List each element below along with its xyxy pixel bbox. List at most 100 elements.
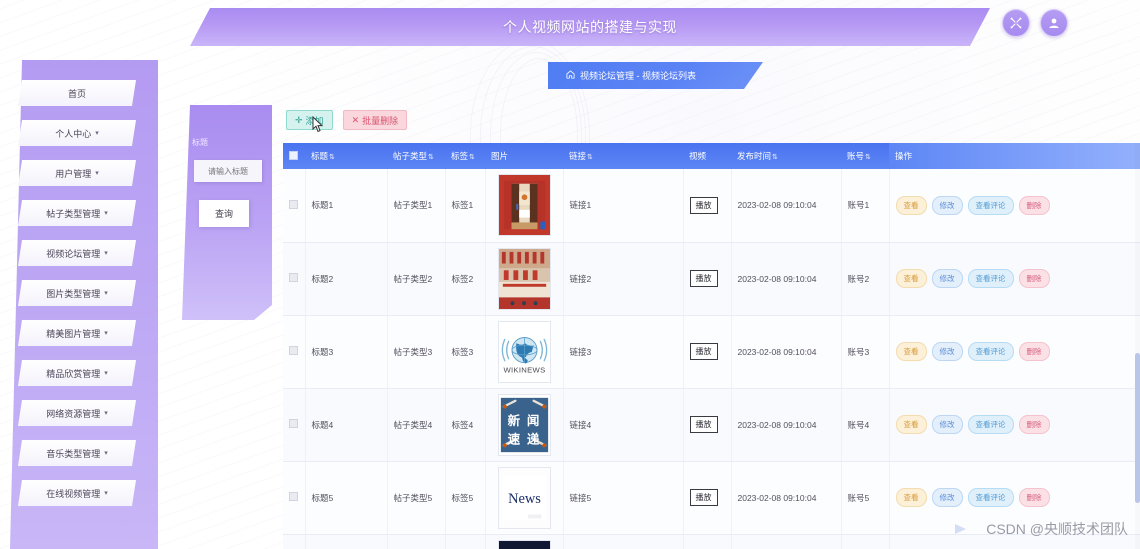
row-checkbox[interactable] xyxy=(289,273,299,282)
chevron-down-icon: ▾ xyxy=(104,370,108,377)
sidebar-item-0[interactable]: 首页 xyxy=(18,80,136,106)
action-edit-button[interactable]: 修改 xyxy=(931,342,963,361)
table-header-tag[interactable]: 标签⇅ xyxy=(445,143,485,169)
cell-publish_time: 2023-02-08 09:10:04 xyxy=(731,315,842,389)
action-view-button[interactable]: 查看 xyxy=(895,342,927,361)
sidebar-item-5[interactable]: 图片类型管理 ▾ xyxy=(18,280,136,306)
fullscreen-icon[interactable] xyxy=(1002,9,1030,37)
play-video-button[interactable]: 播放 xyxy=(689,196,718,214)
sort-icon[interactable]: ⇅ xyxy=(469,154,475,161)
sort-icon[interactable]: ⇅ xyxy=(865,154,871,161)
search-submit-button[interactable]: 查询 xyxy=(199,200,249,227)
table-header-image: 图片 xyxy=(485,143,563,169)
row-checkbox[interactable] xyxy=(289,346,299,355)
play-video-button[interactable]: 播放 xyxy=(689,416,718,433)
chevron-down-icon: ▾ xyxy=(104,330,108,337)
table-header-publish_time[interactable]: 发布时间⇅ xyxy=(731,143,841,169)
select-all-checkbox[interactable] xyxy=(289,150,298,160)
cell-checkbox xyxy=(283,242,306,316)
row-checkbox[interactable] xyxy=(289,199,299,209)
sort-icon[interactable]: ⇅ xyxy=(772,154,778,161)
sidebar-item-9[interactable]: 音乐类型管理 ▾ xyxy=(18,440,136,466)
table-header-account[interactable]: 账号⇅ xyxy=(841,143,889,169)
table-header-checkbox xyxy=(283,143,305,169)
action-del-button[interactable]: 删除 xyxy=(1018,269,1050,288)
action-edit-button[interactable]: 修改 xyxy=(931,195,963,215)
cell-image xyxy=(485,169,564,243)
row-checkbox[interactable] xyxy=(289,419,299,428)
play-video-button[interactable]: 播放 xyxy=(689,343,718,360)
cell-image: News xyxy=(485,461,564,535)
table-header-label: 标题 xyxy=(311,151,329,161)
sidebar-item-8[interactable]: 网络资源管理 ▾ xyxy=(18,400,136,426)
sidebar-item-10[interactable]: 在线视频管理 ▾ xyxy=(18,480,136,506)
cell-text: 账号3 xyxy=(847,346,870,357)
cell-text: 标签2 xyxy=(451,273,474,284)
action-view-button[interactable]: 查看 xyxy=(895,269,927,288)
row-thumbnail-news-wordmark[interactable]: News xyxy=(497,466,551,529)
sidebar-item-2[interactable]: 用户管理 ▾ xyxy=(18,160,136,186)
row-checkbox[interactable] xyxy=(289,492,299,501)
action-comment-button[interactable]: 查看评论 xyxy=(967,269,1014,288)
sidebar-item-3[interactable]: 帖子类型管理 ▾ xyxy=(18,200,136,226)
action-edit-button[interactable]: 修改 xyxy=(931,415,963,434)
add-button[interactable]: ✛ 添加 xyxy=(286,110,333,130)
action-edit-button[interactable]: 修改 xyxy=(931,269,963,288)
table-header-link[interactable]: 链接⇅ xyxy=(563,143,683,169)
sort-icon[interactable]: ⇅ xyxy=(428,154,434,161)
batch-delete-button[interactable]: ✕ 批量删除 xyxy=(342,110,408,130)
svg-text:WIKINEWS: WIKINEWS xyxy=(503,365,545,374)
home-icon xyxy=(566,70,575,81)
action-del-button[interactable]: 删除 xyxy=(1018,488,1050,507)
sidebar-item-7[interactable]: 精品欣赏管理 ▾ xyxy=(18,360,136,386)
cell-checkbox xyxy=(283,461,306,535)
cell-actions: 查看修改查看评论删除 xyxy=(889,461,1140,535)
sidebar-item-6[interactable]: 精美图片管理 ▾ xyxy=(18,320,136,346)
app-root: 个人视频网站的搭建与实现 视频论坛管理 - 视频论坛列表 首页 个人中心 ▾ 用… xyxy=(0,0,1140,549)
action-view-button[interactable]: 查看 xyxy=(895,195,927,215)
action-del-button[interactable]: 删除 xyxy=(1018,415,1050,434)
cell-publish_time: 2023-02-08 09:10:04 xyxy=(731,169,842,243)
table-row: 标题4 帖子类型4 标签4 新闻 速递 链接4 播放 2023-02-08 09:10:… xyxy=(283,388,1140,462)
sort-icon[interactable]: ⇅ xyxy=(329,154,335,161)
user-avatar-icon[interactable] xyxy=(1040,9,1068,37)
table-row: 标题5 帖子类型5 标签5 News 链接5 播放 2023-02-08 09:10:0… xyxy=(283,461,1140,535)
action-comment-button[interactable]: 查看评论 xyxy=(967,488,1014,507)
action-comment-button[interactable]: 查看评论 xyxy=(967,342,1014,361)
table-header-actions: 操作 xyxy=(889,143,1140,169)
action-view-button[interactable]: 查看 xyxy=(895,415,927,434)
action-del-button[interactable]: 删除 xyxy=(1018,342,1050,361)
row-thumbnail-wikinews-globe[interactable]: WIKINEWS xyxy=(497,320,551,383)
search-title-input[interactable] xyxy=(194,160,262,182)
chevron-down-icon: ▾ xyxy=(104,450,108,457)
cell-text: 帖子类型2 xyxy=(393,273,433,284)
cell-link: 链接5 xyxy=(563,461,684,535)
row-thumbnail-red-corridor-poster[interactable] xyxy=(497,174,551,237)
cell-text: 2023-02-08 09:10:04 xyxy=(737,273,817,284)
table-header-video: 视频 xyxy=(683,143,731,169)
action-view-button[interactable]: 查看 xyxy=(895,488,927,507)
action-del-button[interactable]: 删除 xyxy=(1018,195,1050,215)
row-action-group: 查看 修改 查看评论 删除 xyxy=(895,269,1134,288)
sort-icon[interactable]: ⇅ xyxy=(587,154,593,161)
sidebar-item-4[interactable]: 视频论坛管理 ▾ xyxy=(18,240,136,266)
cell-tag: 标签1 xyxy=(445,169,486,243)
row-thumbnail-library-interior[interactable] xyxy=(497,247,551,310)
action-comment-button[interactable]: 查看评论 xyxy=(967,195,1014,215)
play-video-button[interactable]: 播放 xyxy=(689,489,718,506)
sidebar-item-1[interactable]: 个人中心 ▾ xyxy=(18,120,136,146)
cell-account: 账号4 xyxy=(841,388,890,462)
vertical-scrollbar[interactable] xyxy=(1135,143,1140,549)
table-header-post_type[interactable]: 帖子类型⇅ xyxy=(387,143,445,169)
sidebar-item-label: 在线视频管理 xyxy=(46,488,101,499)
play-video-button[interactable]: 播放 xyxy=(689,270,718,287)
row-thumbnail-dark-blue-banner[interactable] xyxy=(497,539,551,549)
table-header-title[interactable]: 标题⇅ xyxy=(305,143,387,169)
row-thumbnail-news-express-blue[interactable]: 新闻 速递 xyxy=(497,393,551,456)
table-header-label: 账号 xyxy=(847,151,865,161)
cell-text: 帖子类型1 xyxy=(393,200,433,211)
action-edit-button[interactable]: 修改 xyxy=(931,488,963,507)
plus-icon: ✛ xyxy=(295,114,303,125)
cell-video: 播放 xyxy=(683,242,732,316)
action-comment-button[interactable]: 查看评论 xyxy=(967,415,1014,434)
